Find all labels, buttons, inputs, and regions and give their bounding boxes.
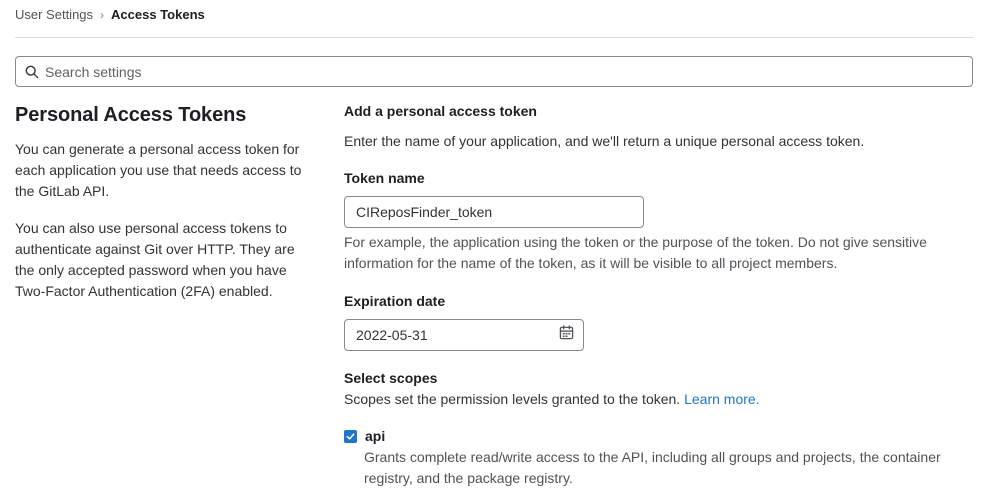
header-divider xyxy=(15,37,973,38)
section-title: Personal Access Tokens xyxy=(15,104,247,126)
add-token-form: Add a personal access token Enter the na… xyxy=(344,101,974,486)
token-name-help: For example, the application using the t… xyxy=(344,234,927,271)
expiration-date-value: 2022-05-31 xyxy=(356,327,428,343)
form-heading: Add a personal access token xyxy=(344,103,537,119)
chevron-right-icon: › xyxy=(100,8,105,22)
learn-more-link[interactable]: Learn more. xyxy=(684,391,759,407)
description-paragraph-2: You can also use personal access tokens … xyxy=(15,220,295,299)
select-scopes-label: Select scopes xyxy=(344,370,438,386)
checkmark-icon xyxy=(346,432,355,440)
breadcrumb-user-settings-link[interactable]: User Settings xyxy=(15,7,93,23)
description-paragraph-1: You can generate a personal access token… xyxy=(15,141,302,199)
breadcrumb: User Settings › Access Tokens xyxy=(15,7,205,23)
expiration-date-label: Expiration date xyxy=(344,293,446,309)
form-description: Enter the name of your application, and … xyxy=(344,133,865,149)
token-name-input[interactable] xyxy=(344,196,644,228)
scope-api-label[interactable]: api xyxy=(365,426,385,446)
scope-api-checkbox[interactable] xyxy=(344,429,357,443)
scope-api-description: Grants complete read/write access to the… xyxy=(364,449,941,486)
expiration-date-input[interactable]: 2022-05-31 xyxy=(344,319,584,351)
token-name-label: Token name xyxy=(344,170,425,186)
access-tokens-page: User Settings › Access Tokens Personal A… xyxy=(0,0,991,500)
scopes-description: Scopes set the permission levels granted… xyxy=(344,389,760,409)
breadcrumb-current: Access Tokens xyxy=(111,7,205,22)
scope-api-row[interactable]: api xyxy=(344,426,385,446)
scopes-description-text: Scopes set the permission levels granted… xyxy=(344,391,681,407)
settings-description: Personal Access Tokens You can generate … xyxy=(15,102,315,302)
calendar-icon[interactable] xyxy=(559,325,574,345)
search-input[interactable] xyxy=(45,63,945,80)
search-icon xyxy=(25,65,39,79)
search-settings-box[interactable] xyxy=(15,56,973,87)
